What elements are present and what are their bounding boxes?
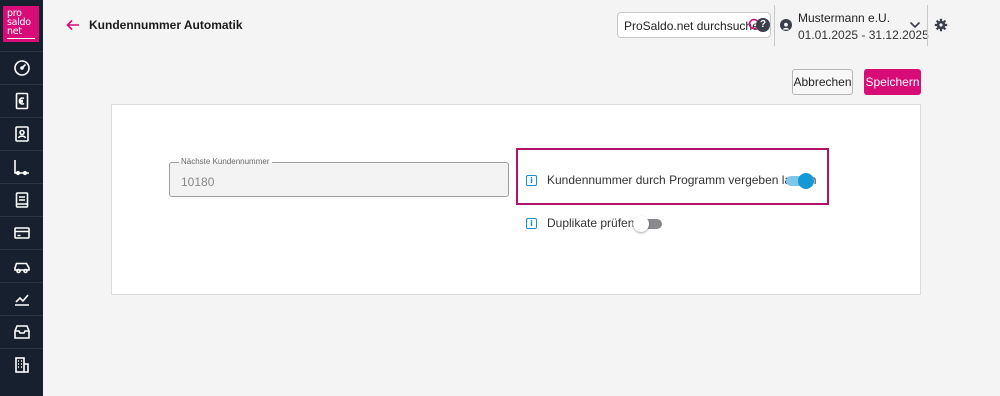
euro-document-icon — [15, 92, 28, 110]
user-icon — [780, 19, 792, 31]
sidebar-item-booking[interactable] — [0, 150, 43, 183]
line-chart-icon — [14, 294, 29, 306]
car-icon — [13, 262, 30, 274]
page-title: Kundennummer Automatik — [89, 18, 243, 32]
next-customer-number-field[interactable]: Nächste Kundennummer 10180 — [169, 157, 509, 197]
search-input[interactable]: ProSaldo.net durchsuchen — [624, 19, 765, 33]
sidebar-item-vehicles[interactable] — [0, 249, 43, 282]
credit-card-icon — [13, 227, 30, 239]
header-divider — [774, 5, 775, 46]
header-divider — [927, 5, 928, 46]
cancel-button[interactable]: Abbrechen — [792, 69, 853, 95]
fiscal-period[interactable]: 01.01.2025 - 31.12.2025 — [798, 28, 929, 42]
duplicate-check-toggle[interactable] — [633, 216, 662, 232]
next-customer-number-label: Nächste Kundennummer — [179, 157, 272, 166]
contacts-icon — [14, 126, 29, 142]
help-icon[interactable]: ? — [756, 18, 770, 32]
logo-underline — [7, 38, 35, 39]
toggle-knob — [633, 216, 649, 232]
archive-box-icon — [13, 325, 30, 339]
logo-line-3: net — [7, 26, 22, 37]
book-icon — [15, 192, 28, 208]
sidebar-item-archive[interactable] — [0, 315, 43, 348]
top-bar: Kundennummer Automatik ProSaldo.net durc… — [43, 0, 1000, 50]
company-name[interactable]: Mustermann e.U. — [798, 11, 890, 25]
search-box[interactable]: ProSaldo.net durchsuchen — [617, 12, 771, 38]
sidebar: pro saldo net — [0, 0, 43, 396]
dashboard-gauge-icon — [13, 60, 30, 76]
chevron-down-icon[interactable] — [909, 20, 921, 30]
info-icon[interactable]: i — [526, 175, 537, 186]
next-customer-number-value: 10180 — [181, 175, 215, 189]
back-arrow-icon[interactable] — [65, 17, 81, 33]
duplicate-check-option-label: Duplikate prüfen — [547, 216, 635, 230]
sidebar-item-journal[interactable] — [0, 183, 43, 216]
sidebar-item-dashboard[interactable] — [0, 51, 43, 84]
logo[interactable]: pro saldo net — [3, 6, 39, 42]
sidebar-item-reports[interactable] — [0, 282, 43, 315]
sidebar-item-company[interactable] — [0, 348, 43, 381]
info-icon[interactable]: i — [526, 218, 537, 229]
sidebar-item-contacts[interactable] — [0, 117, 43, 150]
toggle-knob — [798, 173, 814, 189]
building-icon — [14, 357, 29, 373]
auto-number-option-label: Kundennummer durch Programm vergeben las… — [547, 173, 817, 187]
save-button[interactable]: Speichern — [864, 69, 921, 95]
ledger-corner-icon — [13, 160, 29, 176]
settings-card: Nächste Kundennummer 10180 i Kundennumme… — [111, 104, 921, 295]
gear-icon[interactable] — [934, 18, 948, 32]
auto-number-toggle[interactable] — [786, 173, 814, 189]
sidebar-item-invoices[interactable] — [0, 84, 43, 117]
sidebar-item-payments[interactable] — [0, 216, 43, 249]
